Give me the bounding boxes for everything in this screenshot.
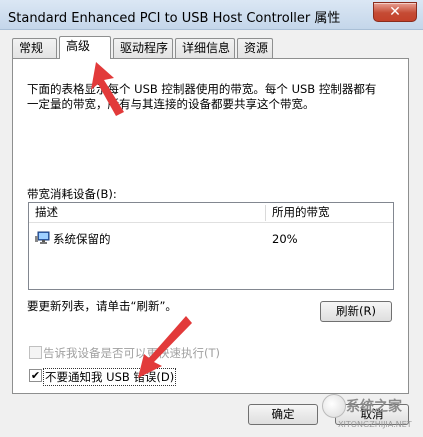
faster-option-label: 告诉我设备是否可以更快速执行(T) [43, 346, 220, 360]
usb-error-option-label[interactable]: 不要通知我 USB 错误(D) [43, 368, 177, 386]
list-item[interactable]: 系统保留的 20% [29, 230, 393, 248]
close-button[interactable]: ✕ [373, 2, 417, 22]
refresh-button[interactable]: 刷新(R) [320, 301, 392, 322]
column-bandwidth[interactable]: 所用的带宽 [266, 203, 394, 223]
bandwidth-devices-label: 带宽消耗设备(B): [27, 187, 117, 201]
tab-details[interactable]: 详细信息 [175, 38, 235, 58]
column-description[interactable]: 描述 [29, 203, 265, 223]
device-bandwidth: 20% [272, 232, 298, 246]
tab-general[interactable]: 常规 [12, 38, 57, 58]
title-bar: Standard Enhanced PCI to USB Host Contro… [0, 0, 423, 30]
bandwidth-description: 下面的表格显示每个 USB 控制器使用的带宽。每个 USB 控制器都有一定量的带… [27, 82, 377, 111]
close-icon: ✕ [389, 4, 401, 20]
tab-advanced[interactable]: 高级 [59, 36, 111, 59]
tab-driver[interactable]: 驱动程序 [113, 38, 173, 58]
list-header: 描述 所用的带宽 [29, 203, 393, 223]
faster-checkbox [29, 346, 42, 359]
tab-resources[interactable]: 资源 [237, 38, 273, 58]
watermark-subtext: XITONGZHIJIA.NET [338, 420, 412, 429]
window-title: Standard Enhanced PCI to USB Host Contro… [8, 11, 341, 26]
usb-error-checkbox[interactable]: ✔ [29, 369, 42, 382]
watermark-logo [322, 394, 346, 418]
refresh-hint: 要更新列表，请单击“刷新”。 [27, 299, 177, 313]
device-name: 系统保留的 [53, 232, 111, 246]
device-icon [35, 230, 51, 251]
ok-button[interactable]: 确定 [248, 404, 318, 425]
bandwidth-device-list[interactable]: 描述 所用的带宽 系统保留的 20% [28, 202, 394, 290]
watermark-text: 系统之家 [346, 399, 402, 415]
